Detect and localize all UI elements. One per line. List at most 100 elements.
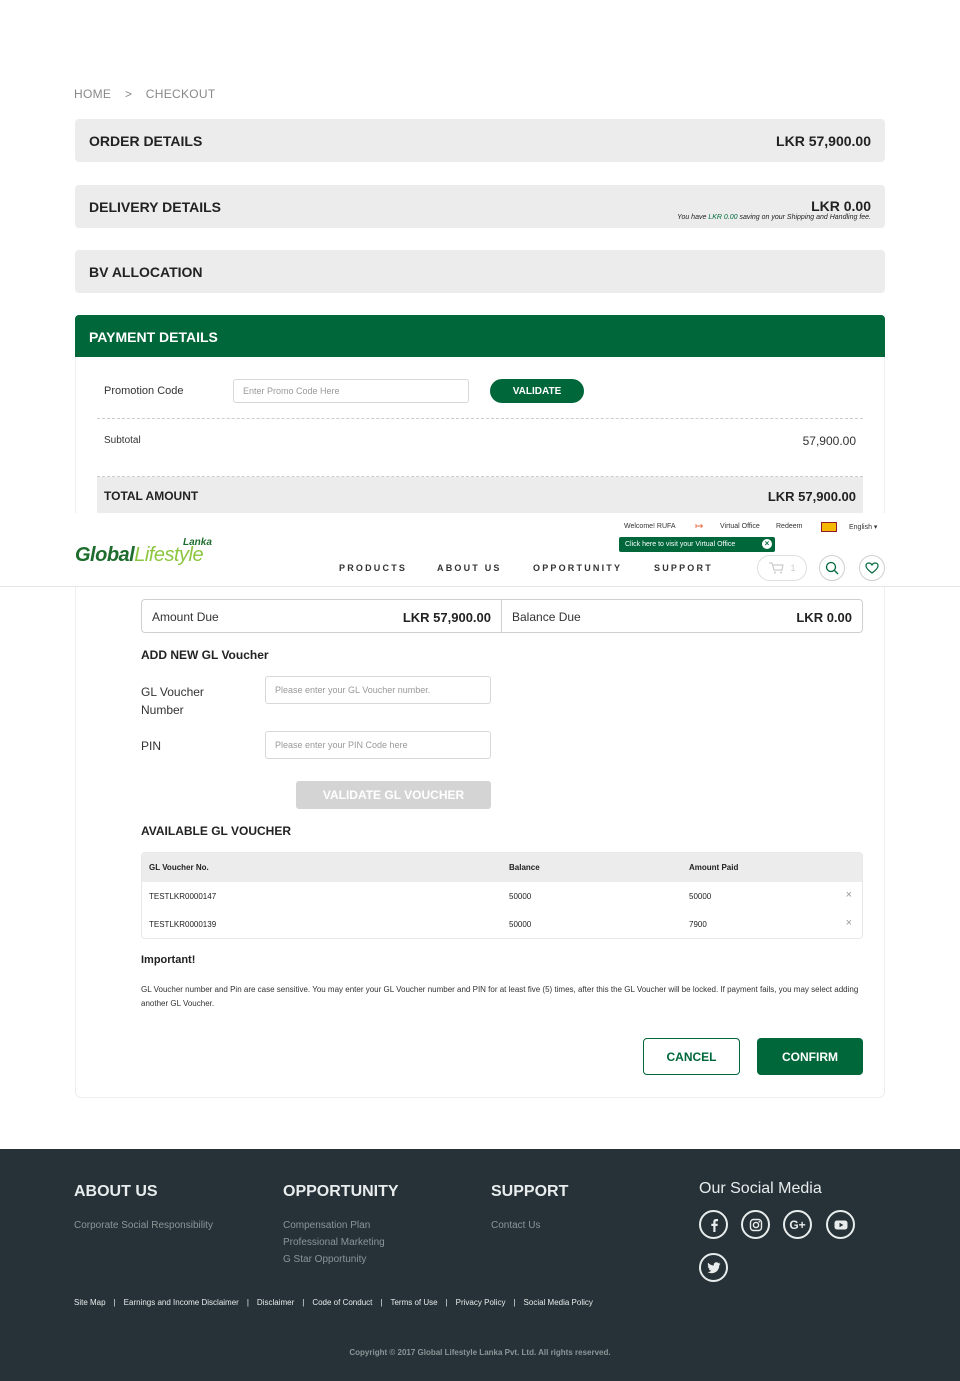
search-button[interactable]: [819, 555, 845, 581]
balance-due-value: LKR 0.00: [796, 610, 852, 625]
table-row: TESTLKR0000147 50000 50000 ×: [142, 882, 862, 910]
voucher-table: GL Voucher No. Balance Amount Paid TESTL…: [141, 852, 863, 939]
cart-icon: [769, 562, 785, 574]
voucher-balance: 50000: [509, 920, 532, 929]
cancel-button[interactable]: CANCEL: [643, 1038, 740, 1075]
important-text: GL Voucher number and Pin are case sensi…: [141, 985, 859, 1008]
amount-due-label: Amount Due: [152, 610, 219, 624]
cart-count: 1: [790, 563, 796, 573]
footer-link-site-map[interactable]: Site Map: [74, 1298, 106, 1307]
confirm-button[interactable]: CONFIRM: [757, 1038, 863, 1075]
pin-label: PIN: [141, 739, 162, 753]
add-voucher-title: ADD NEW GL Voucher: [141, 648, 269, 662]
nav-products[interactable]: PRODUCTS: [339, 563, 407, 573]
site-footer: ABOUT US Corporate Social Responsibility…: [0, 1149, 960, 1381]
order-details-bar[interactable]: ORDER DETAILS LKR 57,900.00: [75, 119, 885, 162]
voucher-no: TESTLKR0000147: [149, 892, 217, 901]
amount-due-value: LKR 57,900.00: [402, 610, 491, 625]
nav-support[interactable]: SUPPORT: [654, 563, 713, 573]
order-details-title: ORDER DETAILS: [89, 133, 203, 149]
breadcrumb-separator: >: [124, 87, 133, 101]
table-header: GL Voucher No. Balance Amount Paid: [142, 853, 862, 882]
wishlist-button[interactable]: [859, 555, 885, 581]
table-row: TESTLKR0000139 50000 7900 ×: [142, 910, 862, 938]
delivery-details-title: DELIVERY DETAILS: [89, 199, 221, 215]
column-voucher-no: GL Voucher No.: [149, 863, 209, 872]
column-balance: Balance: [509, 863, 540, 872]
instagram-icon[interactable]: [741, 1210, 770, 1239]
breadcrumb-home-link[interactable]: HOME: [74, 87, 111, 101]
order-details-amount: LKR 57,900.00: [776, 133, 871, 149]
bv-allocation-title: BV ALLOCATION: [89, 264, 203, 280]
language-selector[interactable]: English ▾: [849, 523, 877, 531]
total-amount-label: TOTAL AMOUNT: [104, 489, 199, 503]
delivery-details-bar[interactable]: DELIVERY DETAILS LKR 0.00 You have LKR 0…: [75, 185, 885, 228]
facebook-icon[interactable]: [699, 1210, 728, 1239]
heart-icon: [865, 562, 879, 574]
bv-allocation-bar[interactable]: BV ALLOCATION: [75, 250, 885, 293]
amount-summary: Amount Due LKR 57,900.00 Balance Due LKR…: [141, 599, 863, 633]
promo-code-label: Promotion Code: [104, 385, 184, 397]
welcome-text: Welcome! RUFA: [624, 523, 676, 530]
column-amount-paid: Amount Paid: [689, 863, 739, 872]
twitter-icon[interactable]: [699, 1253, 728, 1282]
footer-link-professional-marketing[interactable]: Professional Marketing: [283, 1237, 385, 1248]
footer-link-code-of-conduct[interactable]: Code of Conduct: [312, 1298, 372, 1307]
important-title: Important!: [141, 954, 196, 966]
remove-voucher-icon[interactable]: ×: [846, 917, 852, 929]
footer-about-title: ABOUT US: [74, 1183, 158, 1200]
remove-voucher-icon[interactable]: ×: [846, 889, 852, 901]
footer-support-title: SUPPORT: [491, 1183, 569, 1200]
validate-voucher-button[interactable]: VALIDATE GL VOUCHER: [296, 781, 491, 809]
close-icon[interactable]: ×: [762, 539, 772, 549]
nav-about-us[interactable]: ABOUT US: [437, 563, 502, 573]
logout-icon[interactable]: ↦: [695, 521, 703, 532]
subtotal-value: 57,900.00: [802, 434, 856, 448]
voucher-balance: 50000: [509, 892, 532, 901]
virtual-office-tooltip[interactable]: Click here to visit your Virtual Office …: [619, 537, 775, 552]
footer-link-g-star[interactable]: G Star Opportunity: [283, 1254, 366, 1265]
sri-lanka-flag-icon: [821, 522, 837, 532]
payment-details-title: PAYMENT DETAILS: [89, 329, 218, 345]
footer-social-title: Our Social Media: [699, 1180, 822, 1197]
voucher-amount-paid: 50000: [689, 892, 712, 901]
delivery-saving-note: You have LKR 0.00 saving on your Shippin…: [677, 214, 871, 221]
total-amount-value: LKR 57,900.00: [767, 489, 856, 504]
footer-link-compensation-plan[interactable]: Compensation Plan: [283, 1220, 370, 1231]
total-amount-row: TOTAL AMOUNT LKR 57,900.00: [97, 477, 863, 515]
available-voucher-title: AVAILABLE GL VOUCHER: [141, 824, 292, 838]
search-icon: [825, 561, 839, 575]
redeem-link[interactable]: Redeem: [776, 523, 802, 530]
copyright-text: Copyright © 2017 Global Lifestyle Lanka …: [349, 1348, 611, 1357]
footer-link-csr[interactable]: Corporate Social Responsibility: [74, 1220, 213, 1231]
nav-opportunity[interactable]: OPPORTUNITY: [533, 563, 622, 573]
site-header: Lanka GlobalLifestyle Welcome! RUFA ↦ Vi…: [0, 513, 960, 587]
pin-input[interactable]: Please enter your PIN Code here: [265, 731, 491, 759]
footer-link-terms-of-use[interactable]: Terms of Use: [390, 1298, 437, 1307]
breadcrumb: HOME > CHECKOUT: [74, 87, 216, 101]
voucher-amount-paid: 7900: [689, 920, 707, 929]
footer-link-privacy-policy[interactable]: Privacy Policy: [456, 1298, 506, 1307]
cart-button[interactable]: 1: [757, 555, 807, 581]
google-plus-icon[interactable]: G+: [783, 1210, 812, 1239]
promo-code-input[interactable]: Enter Promo Code Here: [233, 379, 469, 403]
validate-promo-button[interactable]: VALIDATE: [490, 379, 584, 403]
footer-opportunity-title: OPPORTUNITY: [283, 1183, 399, 1200]
voucher-no: TESTLKR0000139: [149, 920, 217, 929]
divider: [97, 418, 863, 419]
site-logo[interactable]: GlobalLifestyle: [75, 544, 204, 567]
footer-bottom-links: Site Map | Earnings and Income Disclaimer |…: [74, 1298, 593, 1307]
youtube-icon[interactable]: [826, 1210, 855, 1239]
voucher-number-input[interactable]: Please enter your GL Voucher number.: [265, 676, 491, 704]
balance-due-label: Balance Due: [512, 610, 581, 624]
payment-details-header[interactable]: PAYMENT DETAILS: [75, 315, 885, 357]
footer-link-disclaimer[interactable]: Disclaimer: [257, 1298, 294, 1307]
footer-link-social-media-policy[interactable]: Social Media Policy: [524, 1298, 593, 1307]
voucher-number-label: GL Voucher Number: [141, 685, 204, 717]
footer-link-contact-us[interactable]: Contact Us: [491, 1220, 540, 1231]
breadcrumb-current: CHECKOUT: [145, 87, 216, 101]
footer-link-earnings-disclaimer[interactable]: Earnings and Income Disclaimer: [124, 1298, 239, 1307]
virtual-office-link[interactable]: Virtual Office: [720, 523, 760, 530]
delivery-details-amount: LKR 0.00: [811, 198, 871, 214]
balance-due-cell: Balance Due LKR 0.00: [502, 600, 862, 632]
